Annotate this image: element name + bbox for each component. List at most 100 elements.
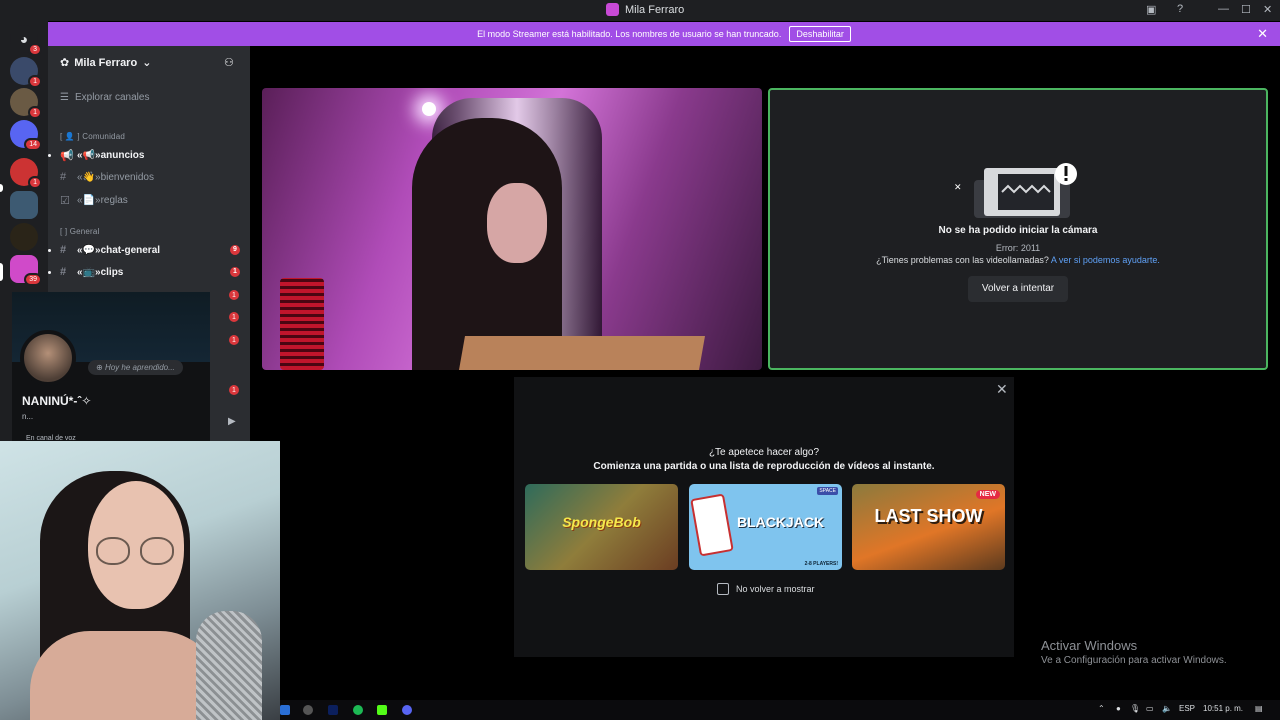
server-icon[interactable]: 1 (10, 158, 42, 189)
microphone (196, 611, 262, 720)
mention-badge: 9 (230, 245, 240, 255)
dont-show-again[interactable]: No volver a mostrar (717, 583, 815, 595)
chevron-down-icon: ⌄ (142, 57, 152, 69)
svg-text:✕: ✕ (954, 183, 962, 193)
close-banner-icon[interactable]: ✕ (1257, 26, 1268, 42)
retry-button[interactable]: Volver a intentar (968, 276, 1068, 302)
channel-reglas[interactable]: ☑ «📄»reglas (60, 194, 240, 207)
avatar[interactable] (20, 330, 76, 386)
channel-chat-general[interactable]: # «💬»chat-general 9 (48, 244, 240, 256)
clock[interactable]: 10:51 p. m. (1203, 704, 1243, 713)
server-badge: 1 (28, 106, 42, 119)
plus-icon: ⊕ (96, 363, 105, 372)
unread-dot (48, 154, 51, 157)
volume-icon[interactable]: 🔈 (1162, 704, 1172, 713)
server-badge: 39 (24, 273, 42, 286)
webcam-glasses (140, 537, 174, 565)
kick-icon[interactable] (377, 705, 387, 715)
channel-bienvenidos[interactable]: # «👋»bienvenidos (60, 171, 240, 183)
red-lamp (280, 278, 324, 370)
obs-icon[interactable] (303, 705, 313, 715)
activate-title: Activar Windows (1041, 638, 1138, 653)
server-icon[interactable]: 1 (10, 88, 42, 119)
new-badge: NEW (975, 490, 1000, 499)
banner-text: El modo Streamer está habilitado. Los no… (477, 29, 782, 39)
streamer-mode-banner: El modo Streamer está habilitado. Los no… (48, 22, 1280, 46)
notifications-icon[interactable]: ▤ (1255, 704, 1263, 713)
unread-pill (0, 184, 3, 192)
discord-icon[interactable] (402, 705, 412, 715)
mention-badge: 1 (229, 335, 239, 345)
server-badge: 14 (24, 138, 42, 151)
webcam-body (30, 631, 220, 720)
home-discord-icon[interactable]: ◕ 3 (10, 25, 42, 56)
checkbox[interactable] (717, 583, 729, 595)
hash-icon: # (60, 171, 67, 183)
channel-label: «📺»clips (77, 266, 124, 278)
video-tile-error: ✕ No se ha podido iniciar la cámara Erro… (768, 88, 1268, 370)
megaphone-icon: 📢 (60, 150, 74, 162)
server-icon-active[interactable]: 39 (10, 255, 42, 286)
rules-icon: ☑ (60, 195, 70, 207)
category-community[interactable]: [ 👤 ] Comunidad (60, 132, 125, 141)
network-icon[interactable]: ▭ (1146, 704, 1154, 713)
category-general[interactable]: [ ] General (60, 227, 100, 236)
help-link[interactable]: A ver si podemos ayudarte. (1051, 255, 1160, 265)
channel-label: «📄»reglas (77, 195, 128, 206)
explore-channels[interactable]: ☰ Explorar canales (60, 92, 149, 103)
activity-card-blackjack[interactable]: BLACKJACK SPACE 2-8 PLAYERS! (689, 484, 842, 570)
steam-icon[interactable] (280, 705, 290, 715)
activity-card-last-show[interactable]: LAST SHOW NEW (852, 484, 1005, 570)
activate-subtitle: Ve a Configuración para activar Windows. (1041, 655, 1227, 666)
server-icon[interactable] (10, 223, 38, 251)
maximize-icon[interactable]: ☐ (1241, 3, 1251, 16)
hash-icon: # (60, 244, 67, 256)
camera-error-title: No se ha podido iniciar la cámara (938, 225, 1098, 236)
tray-app-icon[interactable]: ● (1116, 704, 1121, 713)
inbox-icon[interactable]: ▣ (1146, 3, 1156, 16)
channel-clips[interactable]: # «📺»clips 1 (48, 266, 240, 278)
server-icon[interactable] (10, 191, 38, 219)
disable-streamer-button[interactable]: Deshabilitar (789, 26, 851, 42)
server-settings-icon: ✿ (60, 57, 70, 69)
server-header[interactable]: ✿ Mila Ferraro ⌄ (60, 56, 152, 70)
channel-label: «👋»bienvenidos (77, 171, 154, 183)
premiere-icon[interactable] (328, 705, 338, 715)
help-icon[interactable]: ? (1177, 3, 1183, 15)
add-member-icon[interactable]: ⚇ (224, 56, 234, 69)
person-face (487, 183, 547, 263)
streamer-webcam-overlay (0, 441, 280, 720)
taskbar: ⌃ ● 🎙 ▭ 🔈 ESP 10:51 p. m. ▤ (280, 700, 1280, 720)
custom-status[interactable]: ⊕ Hoy he aprendido... (88, 360, 183, 375)
close-icon[interactable]: ✕ (996, 381, 1008, 398)
spotify-icon[interactable] (353, 705, 363, 715)
help-prefix: ¿Tienes problemas con las videollamadas? (876, 255, 1049, 265)
server-badge: 1 (28, 75, 42, 88)
mention-badge: 1 (229, 290, 239, 300)
broken-camera-icon: ✕ (954, 163, 1077, 218)
card-title: SpongeBob (562, 514, 641, 530)
cardboard-box (459, 336, 705, 370)
mention-badge: 1 (230, 267, 240, 277)
list-icon: ☰ (60, 92, 69, 103)
activity-question: ¿Te apetece hacer algo? (708, 447, 820, 458)
close-window-icon[interactable]: ✕ (1263, 3, 1272, 16)
activity-card-spongebob[interactable]: SpongeBob (525, 484, 678, 570)
server-icon[interactable]: 14 (10, 120, 42, 151)
server-badge: 1 (28, 176, 42, 189)
microphone-icon[interactable]: 🎙 (1130, 704, 1140, 713)
video-camera-icon[interactable]: ▶ (228, 416, 242, 427)
language-indicator[interactable]: ESP (1179, 704, 1195, 713)
server-name: Mila Ferraro (74, 56, 138, 69)
tray-chevron-icon[interactable]: ⌃ (1098, 704, 1105, 713)
video-tile-camera[interactable] (262, 88, 762, 370)
server-icon[interactable]: 1 (10, 57, 42, 88)
channel-anuncios[interactable]: 📢 «📢»anuncios (48, 149, 240, 162)
minimize-icon[interactable]: — (1218, 3, 1229, 15)
checkbox-label: No volver a mostrar (736, 584, 815, 594)
channel-label: «📢»anuncios (77, 150, 145, 161)
camera-error-code: Error: 2011 (995, 243, 1041, 253)
camera-help-line: ¿Tienes problemas con las videollamadas?… (770, 255, 1266, 265)
app-logo-icon (606, 3, 619, 16)
room-light (422, 102, 436, 116)
